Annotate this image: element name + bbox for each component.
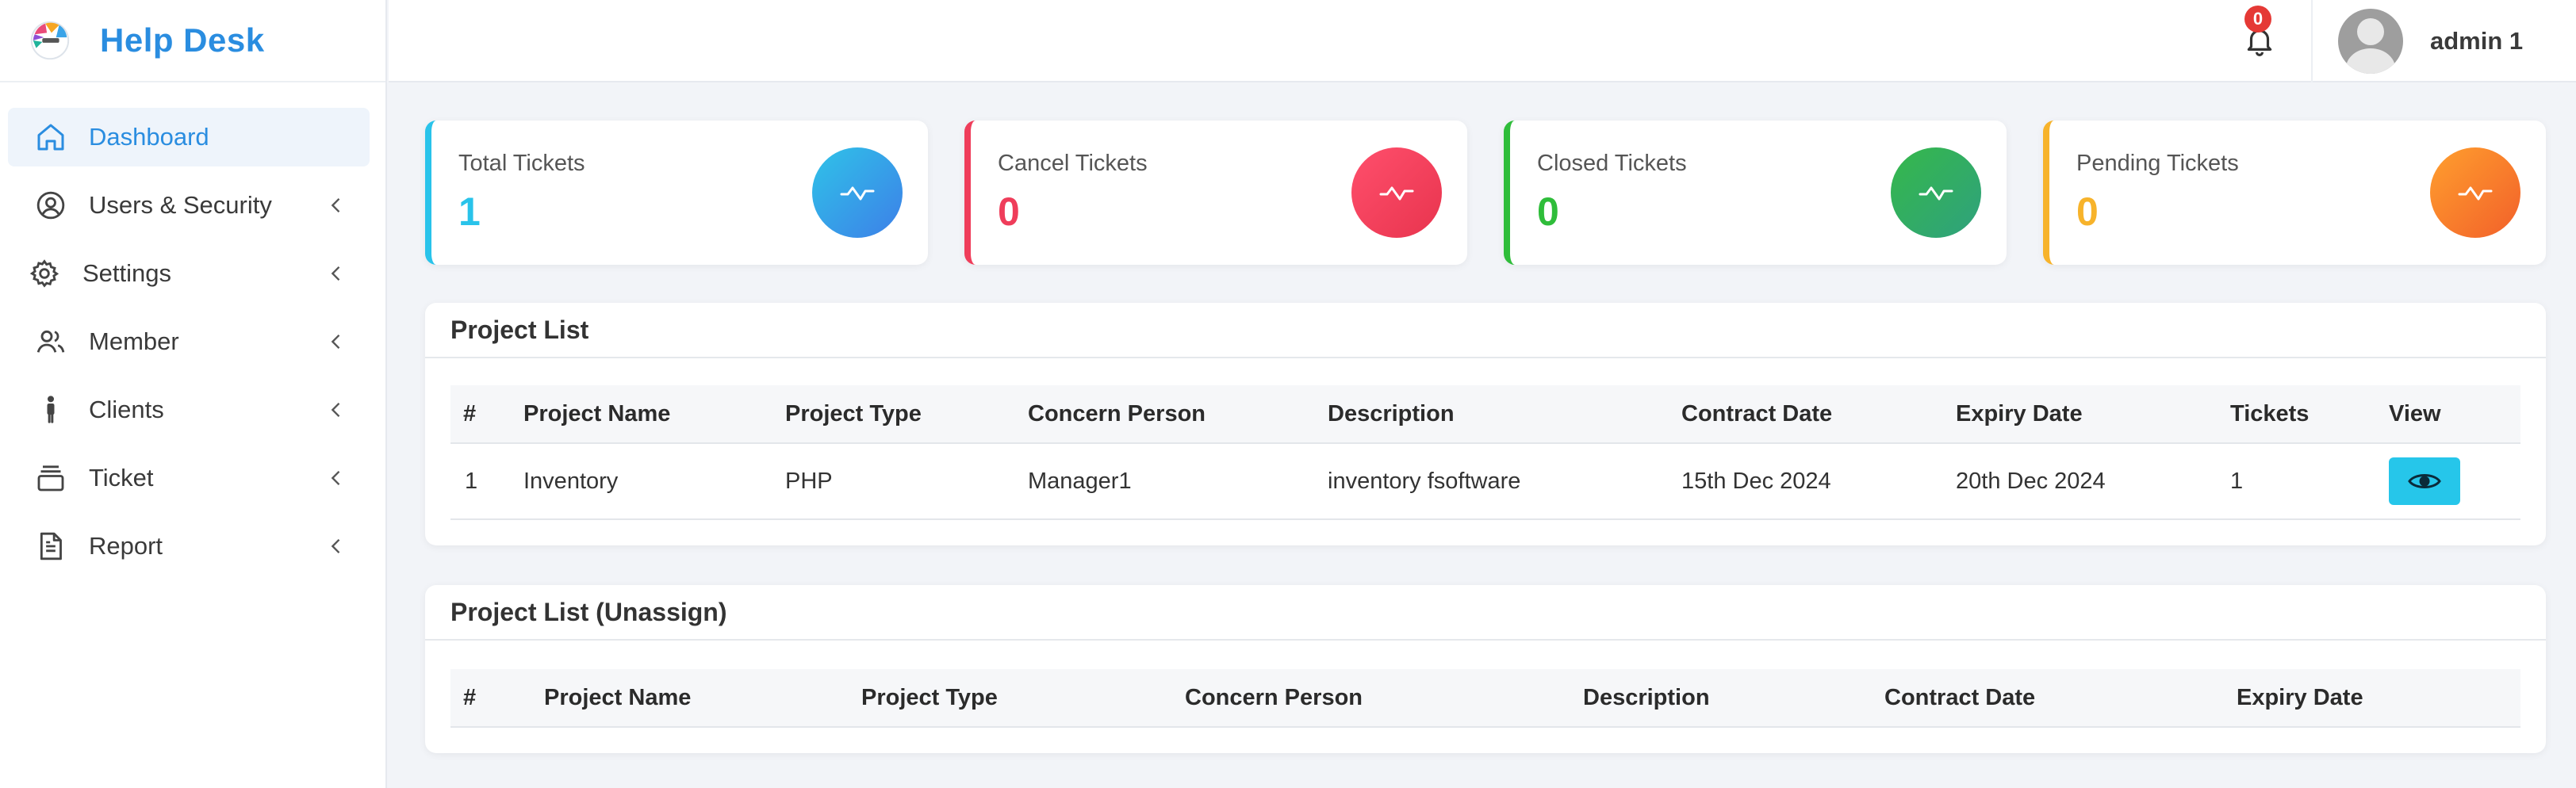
contract-date: 15th Dec 2024 <box>1681 468 1831 494</box>
sidebar-item-label: Users & Security <box>89 191 272 219</box>
sidebar-item-member[interactable]: Member <box>8 312 370 371</box>
chevron-left-icon <box>331 539 340 553</box>
user-circle-icon <box>33 188 68 223</box>
column-header[interactable]: Project Name <box>544 669 691 726</box>
brand-logo-icon <box>30 21 70 60</box>
stat-card-total-tickets: Total Tickets 1 <box>425 120 928 265</box>
users-icon <box>33 324 68 359</box>
activity-icon <box>812 147 903 238</box>
stat-card-value: 0 <box>2076 189 2099 234</box>
sidebar-item-users-security[interactable]: Users & Security <box>8 176 370 235</box>
ticket-count: 1 <box>2230 468 2244 494</box>
column-header[interactable]: Description <box>1328 385 1455 442</box>
activity-icon <box>1351 147 1442 238</box>
column-header[interactable]: Expiry Date <box>2237 669 2363 726</box>
stat-card-value: 1 <box>458 189 481 234</box>
sidebar-item-label: Settings <box>82 259 172 287</box>
sidebar-item-label: Report <box>89 532 163 560</box>
sidebar-item-label: Ticket <box>89 464 154 492</box>
stat-card-cancel-tickets: Cancel Tickets 0 <box>964 120 1467 265</box>
user-name: admin 1 <box>2430 27 2524 55</box>
column-header[interactable]: Expiry Date <box>1956 385 2083 442</box>
activity-icon <box>2430 147 2520 238</box>
column-header[interactable]: Project Name <box>523 385 670 442</box>
column-header: # <box>463 400 477 427</box>
sidebar-item-label: Dashboard <box>89 123 209 151</box>
view-button[interactable] <box>2389 457 2460 505</box>
app-title: Help Desk <box>100 21 265 59</box>
brand[interactable]: Help Desk <box>0 0 385 82</box>
column-header[interactable]: Tickets <box>2230 385 2309 442</box>
topbar: 0 admin 1 <box>389 0 2576 82</box>
stat-card-label: Closed Tickets <box>1537 151 1687 176</box>
chevron-left-icon <box>331 335 340 349</box>
sidebar-item-settings[interactable]: Settings <box>8 244 370 303</box>
project-list-panel: Project List # Project Name Project Type… <box>425 303 2546 545</box>
unassigned-project-table: # Project Name Project Type Concern Pers… <box>450 669 2520 728</box>
person-standing-icon <box>33 392 68 427</box>
sidebar-nav: Dashboard Users & Security Settings Memb… <box>0 82 385 576</box>
column-header[interactable]: Contract Date <box>1884 669 2035 726</box>
column-header[interactable]: Project Type <box>785 385 922 442</box>
expiry-date: 20th Dec 2024 <box>1956 468 2106 494</box>
project-name: Inventory <box>523 468 619 494</box>
column-header[interactable]: Concern Person <box>1185 669 1363 726</box>
table-header: # Project Name Project Type Concern Pers… <box>450 669 2520 728</box>
document-icon <box>33 529 68 564</box>
avatar <box>2338 9 2403 74</box>
project-table: # Project Name Project Type Concern Pers… <box>450 385 2520 520</box>
sidebar-item-ticket[interactable]: Ticket <box>8 449 370 507</box>
activity-icon <box>1891 147 1981 238</box>
panel-title: Project List (Unassign) <box>425 585 2546 641</box>
home-icon <box>33 120 68 155</box>
stat-card-value: 0 <box>998 189 1020 234</box>
description: inventory fsoftware <box>1328 468 1521 494</box>
stat-card-closed-tickets: Closed Tickets 0 <box>1504 120 2007 265</box>
column-header[interactable]: Project Type <box>861 669 998 726</box>
concern-person: Manager1 <box>1028 468 1132 494</box>
gear-icon <box>27 256 62 291</box>
sidebar-item-clients[interactable]: Clients <box>8 381 370 439</box>
column-header[interactable]: Description <box>1583 669 1710 726</box>
panel-title: Project List <box>425 303 2546 358</box>
stat-card-pending-tickets: Pending Tickets 0 <box>2043 120 2546 265</box>
column-header[interactable]: Concern Person <box>1028 385 1206 442</box>
chevron-left-icon <box>331 403 340 417</box>
column-header[interactable]: Contract Date <box>1681 385 1832 442</box>
stat-card-label: Total Tickets <box>458 151 585 176</box>
sidebar-item-label: Clients <box>89 396 164 423</box>
chevron-left-icon <box>331 471 340 485</box>
row-number: 1 <box>465 468 478 494</box>
sidebar-item-label: Member <box>89 327 179 355</box>
column-header: View <box>2389 400 2441 427</box>
project-list-unassign-panel: Project List (Unassign) # Project Name P… <box>425 585 2546 753</box>
sidebar-item-report[interactable]: Report <box>8 517 370 576</box>
user-menu[interactable]: admin 1 <box>2311 0 2576 82</box>
stat-card-label: Pending Tickets <box>2076 151 2239 176</box>
view-cell <box>2389 444 2460 518</box>
sidebar-item-dashboard[interactable]: Dashboard <box>8 108 370 166</box>
column-header: # <box>463 684 477 710</box>
notification-count-badge: 0 <box>2244 6 2271 33</box>
stack-icon <box>33 461 68 495</box>
chevron-left-icon <box>331 198 340 212</box>
sidebar: Help Desk Dashboard Users & Security Set… <box>0 0 387 788</box>
table-header: # Project Name Project Type Concern Pers… <box>450 385 2520 444</box>
eye-icon <box>2408 474 2441 488</box>
stat-card-value: 0 <box>1537 189 1559 234</box>
chevron-left-icon <box>331 266 340 281</box>
project-type: PHP <box>785 468 833 494</box>
table-row: 1 Inventory PHP Manager1 inventory fsoft… <box>450 444 2520 520</box>
stat-card-label: Cancel Tickets <box>998 151 1148 176</box>
